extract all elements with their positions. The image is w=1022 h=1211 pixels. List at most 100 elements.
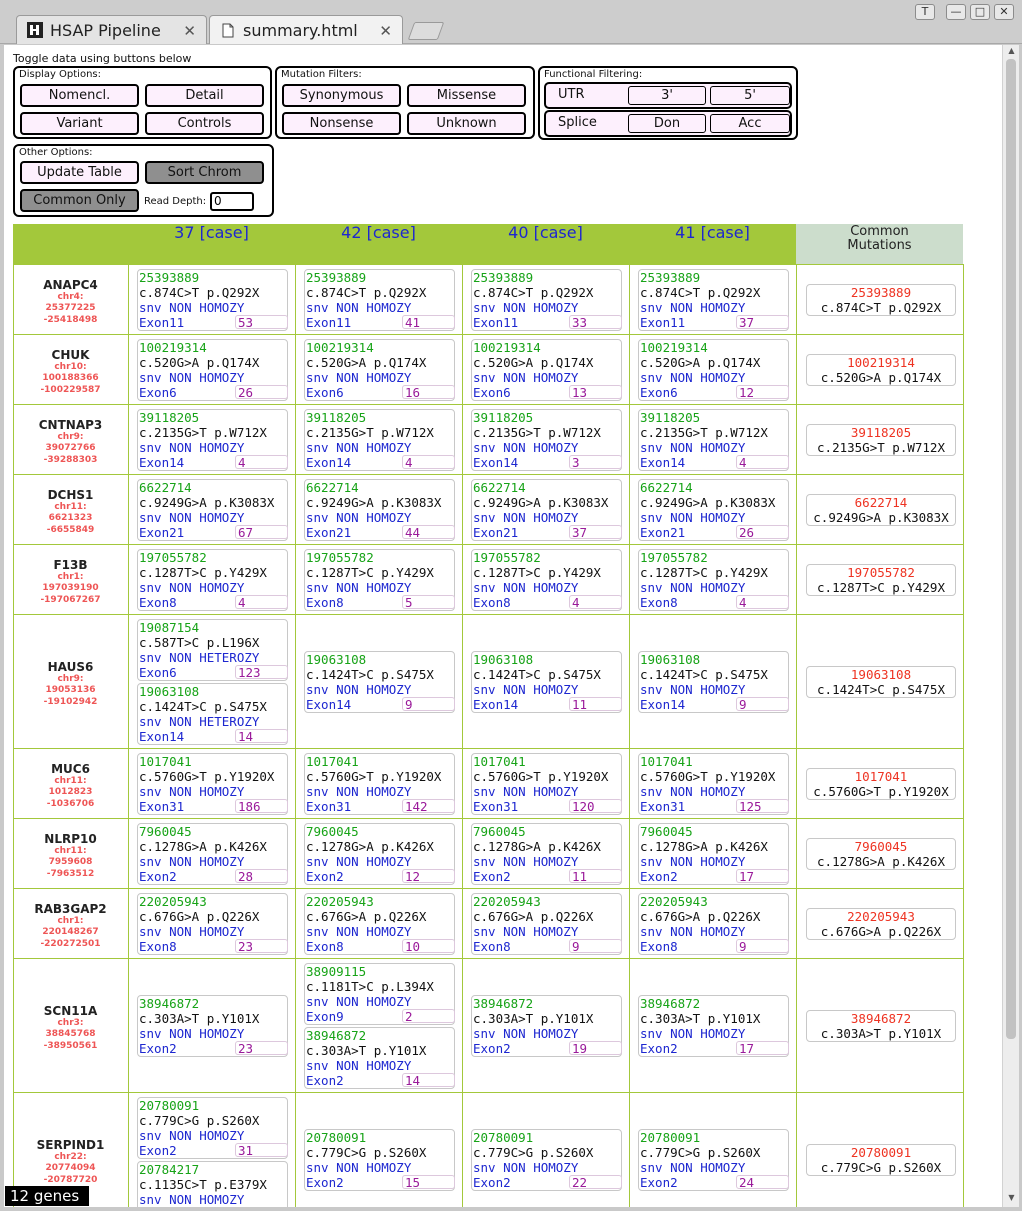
mutation-card[interactable]: 39118205 c.2135G>T p.W712X snv NON HOMOZY E… <box>137 409 288 471</box>
common-mutation-card[interactable]: 197055782 c.1287T>C p.Y429X <box>806 564 956 596</box>
mutation-card[interactable]: 7960045 c.1278G>A p.K426X snv NON HOMOZY Ex… <box>638 823 789 885</box>
gene-name[interactable]: RAB3GAP2 <box>13 902 128 916</box>
common-mutation-card[interactable]: 220205943 c.676G>A p.Q226X <box>806 908 956 940</box>
tab-summary[interactable]: summary.html ✕ <box>209 15 403 44</box>
gene-name[interactable]: F13B <box>13 558 128 572</box>
mutation-card[interactable]: 20780091 c.779C>G p.S260X snv NON HOMOZY Ex… <box>638 1129 789 1191</box>
mutation-card[interactable]: 7960045 c.1278G>A p.K426X snv NON HOMOZY Ex… <box>471 823 622 885</box>
scroll-down-icon[interactable]: ▼ <box>1003 1193 1020 1205</box>
common-mutation-card[interactable]: 19063108 c.1424T>C p.S475X <box>806 666 956 698</box>
mutation-card[interactable]: 100219314 c.520G>A p.Q174X snv NON HOMOZY E… <box>471 339 622 401</box>
mutation-card[interactable]: 197055782 c.1287T>C p.Y429X snv NON HOMOZY… <box>137 549 288 611</box>
gene-name[interactable]: NLRP10 <box>13 832 128 846</box>
common-mutation-card[interactable]: 38946872 c.303A>T p.Y101X <box>806 1010 956 1042</box>
close-icon[interactable]: ✕ <box>183 22 196 40</box>
mutation-card[interactable]: 38946872 c.303A>T p.Y101X snv NON HOMOZY Ex… <box>471 995 622 1057</box>
mutation-card[interactable]: 20780091 c.779C>G p.S260X snv NON HOMOZY Ex… <box>471 1129 622 1191</box>
close-window-button[interactable]: ✕ <box>994 4 1014 20</box>
utr-3prime-button[interactable]: 3' <box>628 86 706 105</box>
new-tab-button[interactable] <box>407 22 445 40</box>
mutation-card[interactable]: 220205943 c.676G>A p.Q226X snv NON HOMOZY E… <box>471 893 622 955</box>
mutation-card[interactable]: 25393889 c.874C>T p.Q292X snv NON HOMOZY Ex… <box>471 269 622 331</box>
common-mutation-card[interactable]: 7960045 c.1278G>A p.K426X <box>806 838 956 870</box>
utr-5prime-button[interactable]: 5' <box>710 86 790 105</box>
common-mutation-card[interactable]: 1017041 c.5760G>T p.Y1920X <box>806 768 956 800</box>
mutation-card[interactable]: 39118205 c.2135G>T p.W712X snv NON HOMOZY E… <box>471 409 622 471</box>
mutation-card[interactable]: 38946872 c.303A>T p.Y101X snv NON HOMOZY Ex… <box>137 995 288 1057</box>
maximize-button[interactable]: □ <box>970 4 990 20</box>
gene-name[interactable]: DCHS1 <box>13 488 128 502</box>
common-mutation-card[interactable]: 6622714 c.9249G>A p.K3083X <box>806 494 956 526</box>
mutation-card[interactable]: 7960045 c.1278G>A p.K426X snv NON HOMOZY Ex… <box>137 823 288 885</box>
mutation-card[interactable]: 220205943 c.676G>A p.Q226X snv NON HOMOZY E… <box>638 893 789 955</box>
mutation-card[interactable]: 100219314 c.520G>A p.Q174X snv NON HOMOZY E… <box>137 339 288 401</box>
gene-name[interactable]: SCN11A <box>13 1004 128 1018</box>
mutation-card[interactable]: 6622714 c.9249G>A p.K3083X snv NON HOMOZY E… <box>304 479 455 541</box>
gene-name[interactable]: SERPIND1 <box>13 1138 128 1152</box>
sort-chrom-button[interactable]: Sort Chrom <box>145 161 264 184</box>
variant-button[interactable]: Variant <box>20 112 139 135</box>
mutation-card[interactable]: 19063108 c.1424T>C p.S475X snv NON HETEROZ… <box>137 683 288 745</box>
mutation-card[interactable]: 19087154 c.587T>C p.L196X snv NON HETEROZY… <box>137 619 288 681</box>
mutation-card[interactable]: 220205943 c.676G>A p.Q226X snv NON HOMOZY E… <box>137 893 288 955</box>
common-mutation-card[interactable]: 25393889 c.874C>T p.Q292X <box>806 284 956 316</box>
mutation-card[interactable]: 20780091 c.779C>G p.S260X snv NON HOMOZY Ex… <box>304 1129 455 1191</box>
mutation-card[interactable]: 1017041 c.5760G>T p.Y1920X snv NON HOMOZY E… <box>471 753 622 815</box>
update-table-button[interactable]: Update Table <box>20 161 139 184</box>
mutation-card[interactable]: 20780091 c.779C>G p.S260X snv NON HOMOZY Ex… <box>137 1097 288 1159</box>
mutation-card[interactable]: 220205943 c.676G>A p.Q226X snv NON HOMOZY E… <box>304 893 455 955</box>
gene-name[interactable]: HAUS6 <box>13 660 128 674</box>
mutation-card[interactable]: 38946872 c.303A>T p.Y101X snv NON HOMOZY Ex… <box>304 1027 455 1089</box>
missense-button[interactable]: Missense <box>407 84 526 107</box>
common-mutation-card[interactable]: 39118205 c.2135G>T p.W712X <box>806 424 956 456</box>
mutation-card[interactable]: 197055782 c.1287T>C p.Y429X snv NON HOMOZY… <box>304 549 455 611</box>
scroll-up-icon[interactable]: ▲ <box>1003 46 1020 58</box>
mutation-card[interactable]: 39118205 c.2135G>T p.W712X snv NON HOMOZY E… <box>304 409 455 471</box>
mutation-card[interactable]: 6622714 c.9249G>A p.K3083X snv NON HOMOZY E… <box>137 479 288 541</box>
window-menu-button[interactable]: T <box>915 4 935 20</box>
common-only-button[interactable]: Common Only <box>20 189 139 212</box>
mutation-card[interactable]: 25393889 c.874C>T p.Q292X snv NON HOMOZY Ex… <box>137 269 288 331</box>
mutation-card[interactable]: 7960045 c.1278G>A p.K426X snv NON HOMOZY Ex… <box>304 823 455 885</box>
gene-name[interactable]: CHUK <box>13 348 128 362</box>
vertical-scrollbar[interactable]: ▲ ▼ <box>1002 45 1019 1207</box>
mutation-card[interactable]: 19063108 c.1424T>C p.S475X snv NON HOMOZY E… <box>304 651 455 713</box>
mutation-card[interactable]: 25393889 c.874C>T p.Q292X snv NON HOMOZY Ex… <box>304 269 455 331</box>
mutation-card[interactable]: 19063108 c.1424T>C p.S475X snv NON HOMOZY E… <box>638 651 789 713</box>
mutation-card[interactable]: 38946872 c.303A>T p.Y101X snv NON HOMOZY Ex… <box>638 995 789 1057</box>
mutation-card[interactable]: 1017041 c.5760G>T p.Y1920X snv NON HOMOZY E… <box>638 753 789 815</box>
sample-header[interactable]: 42 [case] <box>295 224 462 242</box>
scrollbar-thumb[interactable] <box>1006 59 1016 1039</box>
sample-header[interactable]: 40 [case] <box>462 224 629 242</box>
gene-name[interactable]: MUC6 <box>13 762 128 776</box>
mutation-card[interactable]: 20784217 c.1135C>T p.E379X snv NON HOMOZY <box>137 1161 288 1207</box>
nonsense-button[interactable]: Nonsense <box>282 112 401 135</box>
minimize-button[interactable]: — <box>946 4 966 20</box>
nomenclature-button[interactable]: Nomencl. <box>20 84 139 107</box>
mutation-card[interactable]: 197055782 c.1287T>C p.Y429X snv NON HOMOZY… <box>638 549 789 611</box>
mutation-card[interactable]: 100219314 c.520G>A p.Q174X snv NON HOMOZY E… <box>304 339 455 401</box>
mutation-card[interactable]: 1017041 c.5760G>T p.Y1920X snv NON HOMOZY E… <box>137 753 288 815</box>
common-mutation-card[interactable]: 20780091 c.779C>G p.S260X <box>806 1144 956 1176</box>
mutation-card[interactable]: 38909115 c.1181T>C p.L394X snv NON HOMOZY E… <box>304 963 455 1025</box>
detail-button[interactable]: Detail <box>145 84 264 107</box>
splice-donor-button[interactable]: Don <box>628 114 706 133</box>
mutation-card[interactable]: 6622714 c.9249G>A p.K3083X snv NON HOMOZY E… <box>638 479 789 541</box>
controls-button[interactable]: Controls <box>145 112 264 135</box>
common-mutation-card[interactable]: 100219314 c.520G>A p.Q174X <box>806 354 956 386</box>
close-icon[interactable]: ✕ <box>379 22 392 40</box>
read-depth-input[interactable]: 0 <box>210 192 254 211</box>
mutation-card[interactable]: 39118205 c.2135G>T p.W712X snv NON HOMOZY E… <box>638 409 789 471</box>
mutation-card[interactable]: 100219314 c.520G>A p.Q174X snv NON HOMOZY E… <box>638 339 789 401</box>
synonymous-button[interactable]: Synonymous <box>282 84 401 107</box>
unknown-button[interactable]: Unknown <box>407 112 526 135</box>
splice-acceptor-button[interactable]: Acc <box>710 114 790 133</box>
tab-hsap-pipeline[interactable]: HSAP Pipeline ✕ <box>16 15 207 44</box>
mutation-card[interactable]: 197055782 c.1287T>C p.Y429X snv NON HOMOZY… <box>471 549 622 611</box>
sample-header[interactable]: 37 [case] <box>128 224 295 242</box>
sample-header[interactable]: 41 [case] <box>629 224 796 242</box>
gene-name[interactable]: ANAPC4 <box>13 278 128 292</box>
gene-name[interactable]: CNTNAP3 <box>13 418 128 432</box>
mutation-card[interactable]: 1017041 c.5760G>T p.Y1920X snv NON HOMOZY E… <box>304 753 455 815</box>
mutation-card[interactable]: 6622714 c.9249G>A p.K3083X snv NON HOMOZY E… <box>471 479 622 541</box>
